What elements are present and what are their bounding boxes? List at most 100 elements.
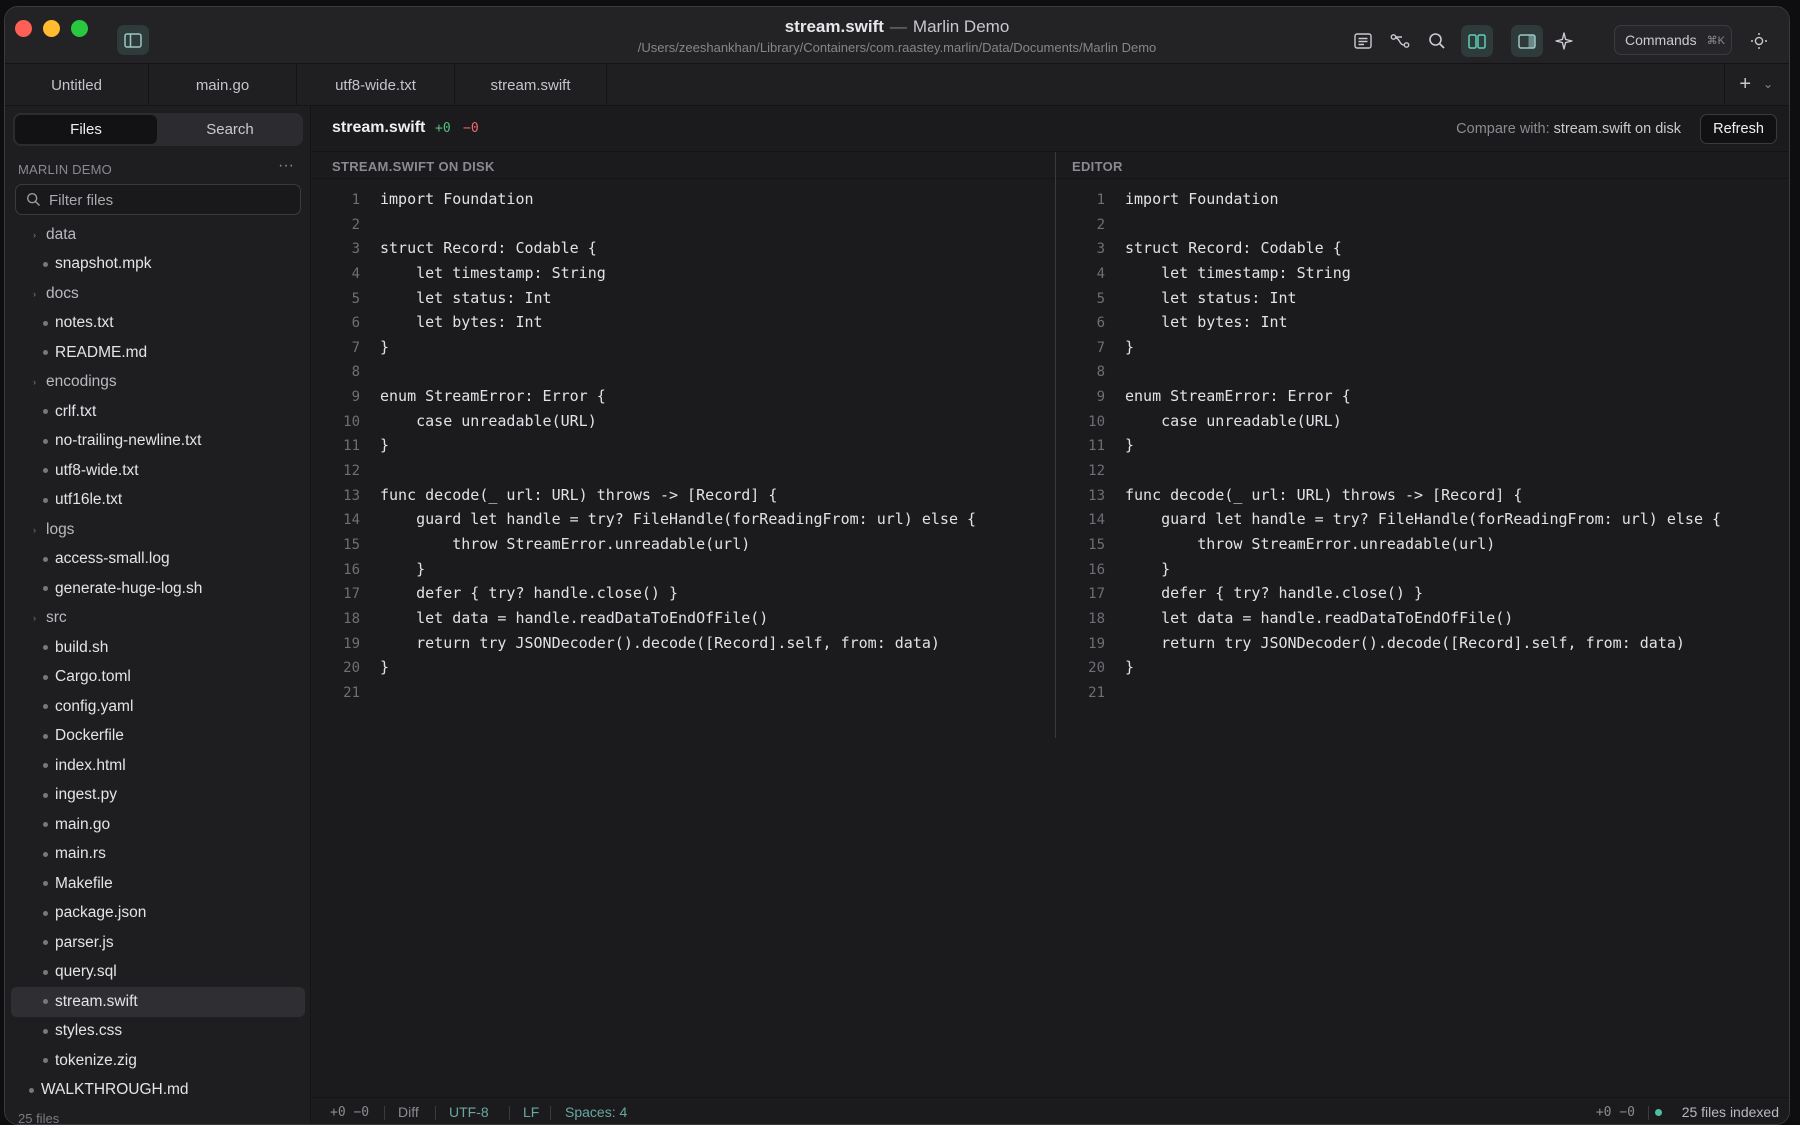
folder-item[interactable]: › data: [5, 220, 311, 250]
code-line: 17 defer { try? handle.close() }: [312, 584, 1052, 609]
file-item[interactable]: index.html: [5, 751, 311, 781]
folder-chevron-icon[interactable]: ›: [33, 613, 36, 623]
folder-chevron-icon[interactable]: ›: [33, 377, 36, 387]
refresh-button[interactable]: Refresh: [1700, 114, 1777, 144]
line-number: 17: [1088, 586, 1105, 603]
line-number: 2: [351, 216, 360, 233]
file-item[interactable]: query.sql: [5, 958, 311, 988]
search-segment[interactable]: Search: [159, 115, 301, 144]
line-number: 11: [343, 438, 360, 455]
file-item[interactable]: README.md: [5, 338, 311, 368]
line-number: 10: [343, 413, 360, 430]
folder-chevron-icon[interactable]: ›: [33, 289, 36, 299]
status-separator: [435, 1106, 436, 1120]
search-button[interactable]: [1421, 25, 1453, 57]
status-indent[interactable]: Spaces: 4: [565, 1104, 627, 1120]
line-number: 19: [1088, 635, 1105, 652]
new-tab-button[interactable]: +: [1739, 73, 1751, 96]
split-view-button[interactable]: [1461, 25, 1493, 57]
folder-item[interactable]: › logs: [5, 515, 311, 545]
file-item[interactable]: Dockerfile: [5, 722, 311, 752]
file-item[interactable]: styles.css: [5, 1017, 311, 1047]
tab-label: main.go: [195, 76, 250, 94]
project-more-button[interactable]: ···: [278, 157, 294, 175]
line-number: 1: [351, 192, 360, 208]
git-button[interactable]: [1384, 25, 1416, 57]
code-line: 4 let timestamp: String: [312, 264, 1052, 289]
file-label: ingest.py: [55, 786, 118, 804]
tab-bar-divider: [1724, 64, 1725, 106]
ai-assist-button[interactable]: [1548, 25, 1580, 57]
status-line-ending[interactable]: LF: [523, 1104, 539, 1120]
file-item[interactable]: WALKTHROUGH.md: [5, 1076, 311, 1106]
file-item[interactable]: crlf.txt: [5, 397, 311, 427]
folder-chevron-icon[interactable]: ›: [33, 230, 36, 240]
status-encoding[interactable]: UTF-8: [449, 1104, 489, 1120]
pane-divider[interactable]: [1055, 152, 1056, 738]
file-item[interactable]: snapshot.mpk: [5, 250, 311, 280]
folder-chevron-icon[interactable]: ›: [33, 525, 36, 535]
code-line: 6 let bytes: Int: [1057, 313, 1787, 338]
code-text: case unreadable(URL): [380, 411, 597, 430]
file-item[interactable]: utf16le.txt: [5, 486, 311, 516]
code-text: }: [380, 559, 426, 578]
code-text: throw StreamError.unreadable(url): [380, 534, 751, 553]
tab-stream-swift[interactable]: stream.swift: [455, 64, 607, 106]
line-number: 18: [343, 610, 360, 627]
git-branch-icon: [1390, 34, 1410, 48]
file-item[interactable]: Makefile: [5, 869, 311, 899]
file-item[interactable]: notes.txt: [5, 309, 311, 339]
file-label: tokenize.zig: [55, 1051, 137, 1069]
file-item[interactable]: no-trailing-newline.txt: [5, 427, 311, 457]
line-number: 14: [343, 512, 360, 529]
status-mode[interactable]: Diff: [398, 1104, 419, 1120]
file-item[interactable]: package.json: [5, 899, 311, 929]
file-item[interactable]: build.sh: [5, 633, 311, 663]
file-label: README.md: [55, 343, 148, 361]
file-label: notes.txt: [55, 314, 114, 332]
files-segment[interactable]: Files: [15, 115, 157, 144]
filter-files-field: [15, 184, 301, 215]
status-changes: +0 −0: [330, 1105, 370, 1120]
commands-button[interactable]: Commands ⌘K: [1614, 25, 1732, 55]
code-text: let data = handle.readDataToEndOfFile(): [1125, 608, 1514, 627]
appearance-button[interactable]: [1743, 25, 1775, 57]
file-item[interactable]: tokenize.zig: [5, 1046, 311, 1076]
tab-overflow-chevron-icon[interactable]: ⌄: [1763, 77, 1773, 91]
left-code-pane[interactable]: 1 import Foundation 2 3 struct Record: Codab…: [312, 190, 1052, 707]
file-item[interactable]: config.yaml: [5, 692, 311, 722]
tab-untitled[interactable]: Untitled: [5, 64, 149, 106]
line-number: 3: [1096, 241, 1105, 258]
folder-item[interactable]: › docs: [5, 279, 311, 309]
file-item[interactable]: generate-huge-log.sh: [5, 574, 311, 604]
folder-item[interactable]: › encodings: [5, 368, 311, 398]
inspector-panel-button[interactable]: [1511, 25, 1543, 57]
file-item[interactable]: main.go: [5, 810, 311, 840]
code-line: 11}: [312, 436, 1052, 461]
code-text: enum StreamError: Error {: [1125, 387, 1351, 406]
file-item[interactable]: access-small.log: [5, 545, 311, 575]
file-dot-icon: [43, 822, 48, 828]
file-item[interactable]: utf8-wide.txt: [5, 456, 311, 486]
right-code-pane[interactable]: 1 import Foundation 2 3 struct Record: Codab…: [1057, 190, 1787, 707]
line-number: 11: [1088, 438, 1105, 455]
folder-label: data: [46, 225, 77, 243]
file-item[interactable]: parser.js: [5, 928, 311, 958]
outline-button[interactable]: [1347, 25, 1379, 57]
tab-utf8-wide[interactable]: utf8-wide.txt: [297, 64, 455, 106]
file-item[interactable]: main.rs: [5, 840, 311, 870]
file-item[interactable]: stream.swift: [11, 987, 305, 1017]
filter-files-input[interactable]: [49, 189, 289, 211]
code-line: 3 struct Record: Codable {: [312, 239, 1052, 264]
folder-item[interactable]: › src: [5, 604, 311, 634]
code-text: throw StreamError.unreadable(url): [1125, 534, 1496, 553]
code-line: 6 let bytes: Int: [312, 313, 1052, 338]
file-item[interactable]: ingest.py: [5, 781, 311, 811]
file-dot-icon: [43, 586, 48, 592]
file-label: no-trailing-newline.txt: [55, 432, 202, 450]
line-number: 12: [1088, 463, 1105, 480]
code-line: 12: [312, 461, 1052, 486]
status-separator: [1648, 1106, 1649, 1120]
tab-main-go[interactable]: main.go: [149, 64, 297, 106]
file-item[interactable]: Cargo.toml: [5, 663, 311, 693]
